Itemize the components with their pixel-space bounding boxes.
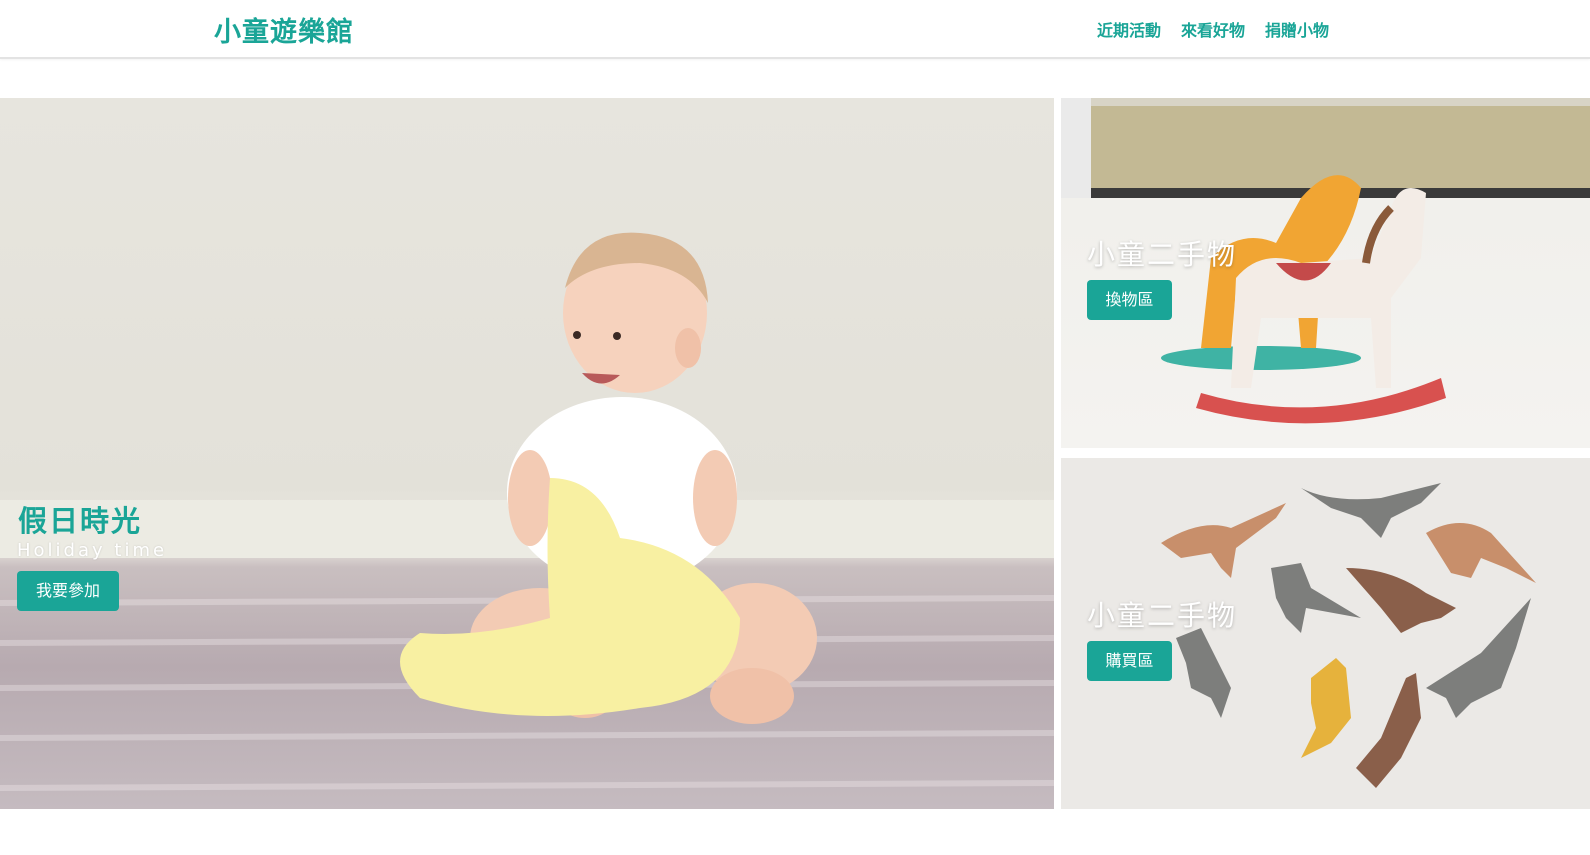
brand-logo[interactable]: 小童遊樂館 bbox=[214, 10, 354, 49]
buy-zone-button[interactable]: 購買區 bbox=[1087, 641, 1172, 681]
buy-card: 小童二手物 購買區 bbox=[1061, 458, 1590, 809]
nav-link-browse-goods[interactable]: 來看好物 bbox=[1181, 17, 1245, 41]
baby-photo-image bbox=[0, 232, 1054, 791]
top-navbar: 小童遊樂館 近期活動 來看好物 捐贈小物 bbox=[0, 0, 1590, 59]
nav-link-donate[interactable]: 捐贈小物 bbox=[1265, 17, 1329, 41]
hero-title: 假日時光 bbox=[18, 504, 143, 538]
hero-subtitle: Holiday time bbox=[17, 540, 168, 561]
swap-card: 小童二手物 換物區 bbox=[1061, 98, 1590, 448]
nav-link-recent-events[interactable]: 近期活動 bbox=[1097, 17, 1161, 41]
main-nav: 近期活動 來看好物 捐贈小物 bbox=[1097, 17, 1329, 41]
hero-banner: 假日時光 Holiday time 我要參加 bbox=[0, 98, 1054, 809]
swap-zone-button[interactable]: 換物區 bbox=[1087, 280, 1172, 320]
join-button[interactable]: 我要參加 bbox=[17, 571, 119, 611]
buy-card-title: 小童二手物 bbox=[1087, 599, 1238, 632]
rocking-horse-image bbox=[1061, 98, 1590, 424]
swap-card-title: 小童二手物 bbox=[1087, 238, 1238, 271]
